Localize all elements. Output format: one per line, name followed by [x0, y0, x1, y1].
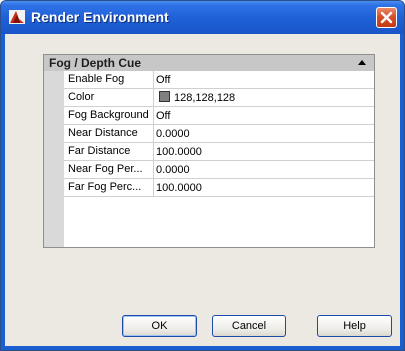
property-row-far-distance[interactable]: Far Distance 100.0000	[64, 143, 374, 161]
property-row-near-distance[interactable]: Near Distance 0.0000	[64, 125, 374, 143]
property-label: Fog Background	[64, 107, 154, 124]
title-bar[interactable]: Render Environment	[1, 1, 404, 34]
category-header[interactable]: Fog / Depth Cue	[44, 55, 374, 71]
property-label: Enable Fog	[64, 71, 154, 88]
property-value[interactable]: Off	[156, 107, 170, 124]
property-label: Far Fog Perc...	[64, 179, 154, 196]
render-environment-dialog: Render Environment Fog / Depth Cue Enabl…	[0, 0, 405, 351]
property-value[interactable]: 100.0000	[156, 143, 202, 160]
help-button[interactable]: Help	[317, 315, 392, 337]
property-value-color[interactable]: 128,128,128	[156, 89, 235, 106]
dialog-body: Fog / Depth Cue Enable Fog Off Color 128…	[5, 34, 400, 346]
close-icon	[380, 11, 393, 24]
render-app-icon	[9, 10, 25, 24]
collapse-up-icon[interactable]	[358, 60, 366, 65]
property-row-enable-fog[interactable]: Enable Fog Off	[64, 71, 374, 89]
category-title: Fog / Depth Cue	[49, 56, 141, 70]
cancel-button[interactable]: Cancel	[212, 315, 286, 337]
window-title: Render Environment	[31, 9, 169, 25]
color-value: 128,128,128	[174, 92, 236, 104]
property-rows: Enable Fog Off Color 128,128,128 Fog Bac…	[64, 71, 374, 197]
property-value[interactable]: 0.0000	[156, 125, 190, 142]
property-label: Far Distance	[64, 143, 154, 160]
grid-gutter	[44, 71, 64, 247]
property-row-near-fog-percentage[interactable]: Near Fog Per... 0.0000	[64, 161, 374, 179]
property-row-fog-background[interactable]: Fog Background Off	[64, 107, 374, 125]
color-swatch	[159, 91, 170, 102]
property-value[interactable]: Off	[156, 71, 170, 88]
close-button[interactable]	[376, 7, 397, 28]
properties-grid: Fog / Depth Cue Enable Fog Off Color 128…	[43, 54, 375, 248]
property-label: Near Fog Per...	[64, 161, 154, 178]
property-row-far-fog-percentage[interactable]: Far Fog Perc... 100.0000	[64, 179, 374, 197]
property-row-color[interactable]: Color 128,128,128	[64, 89, 374, 107]
property-label: Near Distance	[64, 125, 154, 142]
property-value[interactable]: 100.0000	[156, 179, 202, 196]
ok-button[interactable]: OK	[122, 315, 197, 337]
property-label: Color	[64, 89, 154, 106]
property-value[interactable]: 0.0000	[156, 161, 190, 178]
